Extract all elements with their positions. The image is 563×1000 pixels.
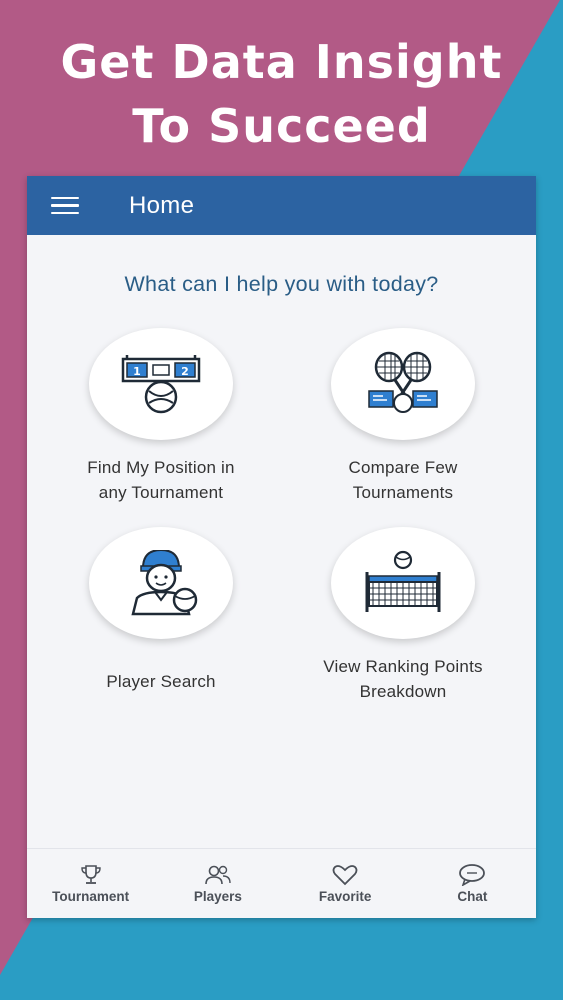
compare-tournaments-icon-circle [331,328,475,440]
chat-bubble-icon [458,863,486,887]
find-position-label: Find My Position in any Tournament [41,455,281,505]
nav-label-tournament: Tournament [52,889,130,904]
hamburger-menu-icon [50,196,79,215]
compare-tournaments-card[interactable]: Compare Few Tournaments [283,328,523,505]
nav-item-chat[interactable]: Chat [409,849,536,918]
svg-text:1: 1 [133,365,141,378]
tennis-player-icon [131,550,198,616]
users-icon [204,863,232,887]
compare-tournaments-label-line1: Compare Few [348,458,458,477]
app-screen: Home What can I help you with today? 1 2… [27,176,536,918]
promo-headline: Get Data Insight To Succeed [0,30,563,158]
ranking-points-label-line2: Breakdown [359,682,447,701]
ranking-points-label-line1: View Ranking Points [323,657,483,676]
page-title: Home [129,191,195,219]
nav-label-favorite: Favorite [318,889,372,904]
tennis-net-ball-icon [365,550,441,612]
svg-text:2: 2 [181,365,189,378]
app-bar: Home [27,176,536,235]
player-search-label-line1: Player Search [106,672,216,691]
find-position-card[interactable]: 1 2 Find My Position in any Tournament [41,328,281,505]
bottom-navigation: Tournament Players Favorite Chat [27,848,536,918]
nav-label-players: Players [193,889,242,904]
nav-item-tournament[interactable]: Tournament [27,849,154,918]
find-position-label-line2: any Tournament [98,483,224,502]
ranking-points-card[interactable]: View Ranking Points Breakdown [283,527,523,704]
heart-icon [331,863,359,887]
player-search-icon-circle [89,527,233,639]
promo-headline-line2: To Succeed [132,99,431,153]
ranking-points-icon-circle [331,527,475,639]
compare-tournaments-label: Compare Few Tournaments [283,455,523,505]
scoreboard-tennis-ball-icon: 1 2 [121,355,201,414]
find-position-label-line1: Find My Position in [87,458,235,477]
nav-item-players[interactable]: Players [154,849,281,918]
crossed-rackets-icon [368,351,438,413]
player-search-label: Player Search [41,669,281,694]
promo-headline-line1: Get Data Insight [60,35,503,89]
help-question: What can I help you with today? [124,272,439,296]
player-search-card[interactable]: Player Search [41,527,281,694]
menu-button[interactable] [27,176,104,235]
nav-item-favorite[interactable]: Favorite [282,849,409,918]
ranking-points-label: View Ranking Points Breakdown [283,654,523,704]
find-position-icon-circle: 1 2 [89,328,233,440]
nav-label-chat: Chat [457,889,488,904]
compare-tournaments-label-line2: Tournaments [352,483,454,502]
trophy-icon [80,863,102,887]
